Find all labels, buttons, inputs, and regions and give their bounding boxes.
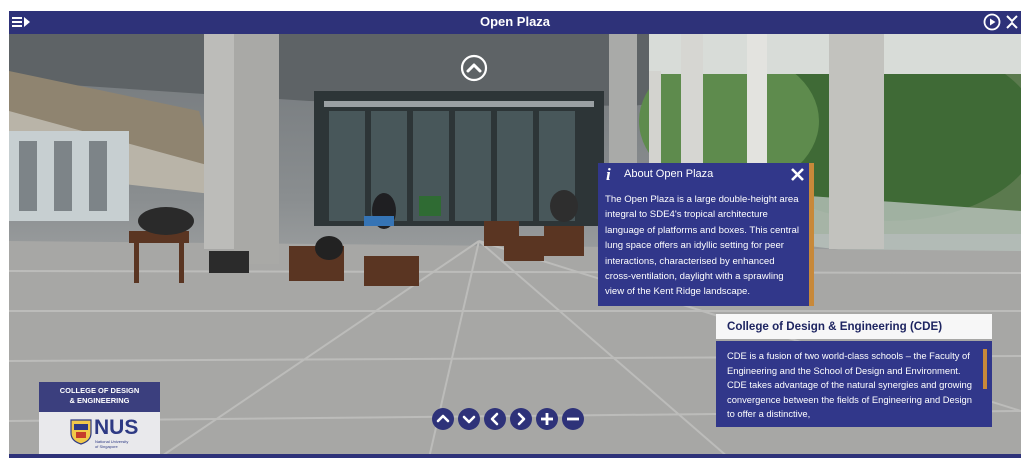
expand-icon[interactable] [1005,14,1019,30]
logo-college-text: COLLEGE OF DESIGN & ENGINEERING [39,382,160,412]
chevron-up-circle-icon[interactable] [460,54,488,82]
cde-panel-title: College of Design & Engineering (CDE) [727,320,943,333]
chevron-right-icon[interactable] [510,408,532,430]
chevron-up-icon[interactable] [432,408,454,430]
info-panel-body: The Open Plaza is a large double-height … [605,194,799,298]
cde-panel-body[interactable]: CDE is a fusion of two world-class schoo… [716,341,992,427]
zoom-in-icon[interactable] [536,408,558,430]
info-panel-header: i About Open Plaza [598,163,809,187]
cde-panel: College of Design & Engineering (CDE) CD… [716,314,992,427]
nus-subtitle: National University of Singapore [95,439,135,449]
close-icon[interactable] [787,163,809,187]
play-circle-icon[interactable] [983,13,1001,31]
zoom-out-icon[interactable] [562,408,584,430]
top-bar: Open Plaza [9,11,1021,34]
cde-panel-text: CDE is a fusion of two world-class schoo… [727,350,972,420]
info-panel-title: About Open Plaza [624,168,714,180]
scrollbar-thumb[interactable] [983,349,987,389]
tour-viewer[interactable]: Open Plaza i About Open Plaza The Open P… [9,11,1021,458]
hotspot-up-arrow[interactable] [460,54,488,82]
chevron-down-icon[interactable] [458,408,480,430]
logo-line-2: & ENGINEERING [69,396,130,405]
logo-line-1: COLLEGE OF DESIGN [59,386,140,395]
nus-subtitle-line-2: of Singapore [95,444,118,449]
bottom-bar [9,454,1021,458]
nus-shield-icon [70,419,92,445]
about-info-panel: i About Open Plaza The Open Plaza is a l… [598,163,814,306]
cde-panel-header: College of Design & Engineering (CDE) [716,314,992,339]
page-title: Open Plaza [479,14,551,29]
nus-wordmark: NUS [94,416,139,439]
chevron-left-icon[interactable] [484,408,506,430]
cde-logo: COLLEGE OF DESIGN & ENGINEERING NUS Nati… [39,382,160,458]
nus-logo: NUS National University of Singapore [39,412,160,458]
info-icon: i [606,165,611,184]
